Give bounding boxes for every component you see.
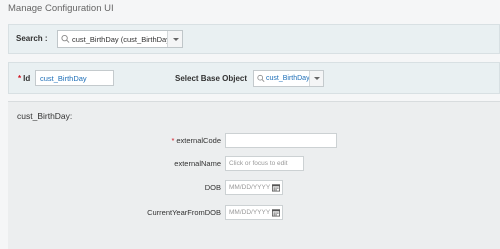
calendar-icon[interactable] — [272, 208, 280, 217]
external-code-input[interactable] — [225, 133, 337, 148]
chevron-down-icon — [314, 77, 320, 80]
base-object-label: Select Base Object — [175, 74, 248, 83]
base-object-combobox[interactable]: cust_BirthDay — [253, 70, 324, 87]
details-title: cust_BirthDay: — [17, 111, 73, 121]
base-object-value: cust_BirthDay — [266, 75, 310, 82]
search-label: Search : — [16, 34, 48, 43]
search-icon — [61, 34, 70, 43]
dob-label: DOB — [204, 183, 221, 192]
calendar-icon[interactable] — [272, 183, 280, 192]
base-object-dropdown-button[interactable] — [309, 71, 323, 86]
title-bar: Manage Configuration UI — [0, 0, 500, 20]
current-year-label: CurrentYearFromDOB — [147, 208, 221, 217]
page-title: Manage Configuration UI — [8, 3, 114, 14]
search-dropdown-button[interactable] — [167, 31, 182, 47]
search-combobox[interactable]: cust_BirthDay (cust_BirthDay) — [57, 30, 183, 48]
dob-placeholder: MM/DD/YYYY — [229, 184, 271, 191]
object-panel: * Id cust_BirthDay Select Base Object cus… — [8, 62, 500, 94]
search-panel: Search : cust_BirthDay (cust_BirthDay) — [8, 24, 500, 54]
required-marker: * — [171, 136, 175, 145]
external-code-label: * externalCode — [171, 136, 221, 145]
search-icon — [257, 74, 265, 82]
current-year-input[interactable]: MM/DD/YYYY — [225, 205, 283, 220]
chevron-down-icon — [173, 38, 179, 41]
current-year-placeholder: MM/DD/YYYY — [229, 209, 271, 216]
required-marker: * — [18, 74, 22, 83]
search-value: cust_BirthDay (cust_BirthDay) — [72, 35, 173, 44]
id-input[interactable]: cust_BirthDay — [35, 70, 114, 86]
details-panel: cust_BirthDay: * externalCode externalNam… — [8, 101, 500, 249]
dob-input[interactable]: MM/DD/YYYY — [225, 180, 283, 195]
id-label: * Id — [18, 74, 31, 83]
external-name-input[interactable]: Click or focus to edit — [225, 156, 304, 171]
external-name-label: externalName — [174, 159, 221, 168]
